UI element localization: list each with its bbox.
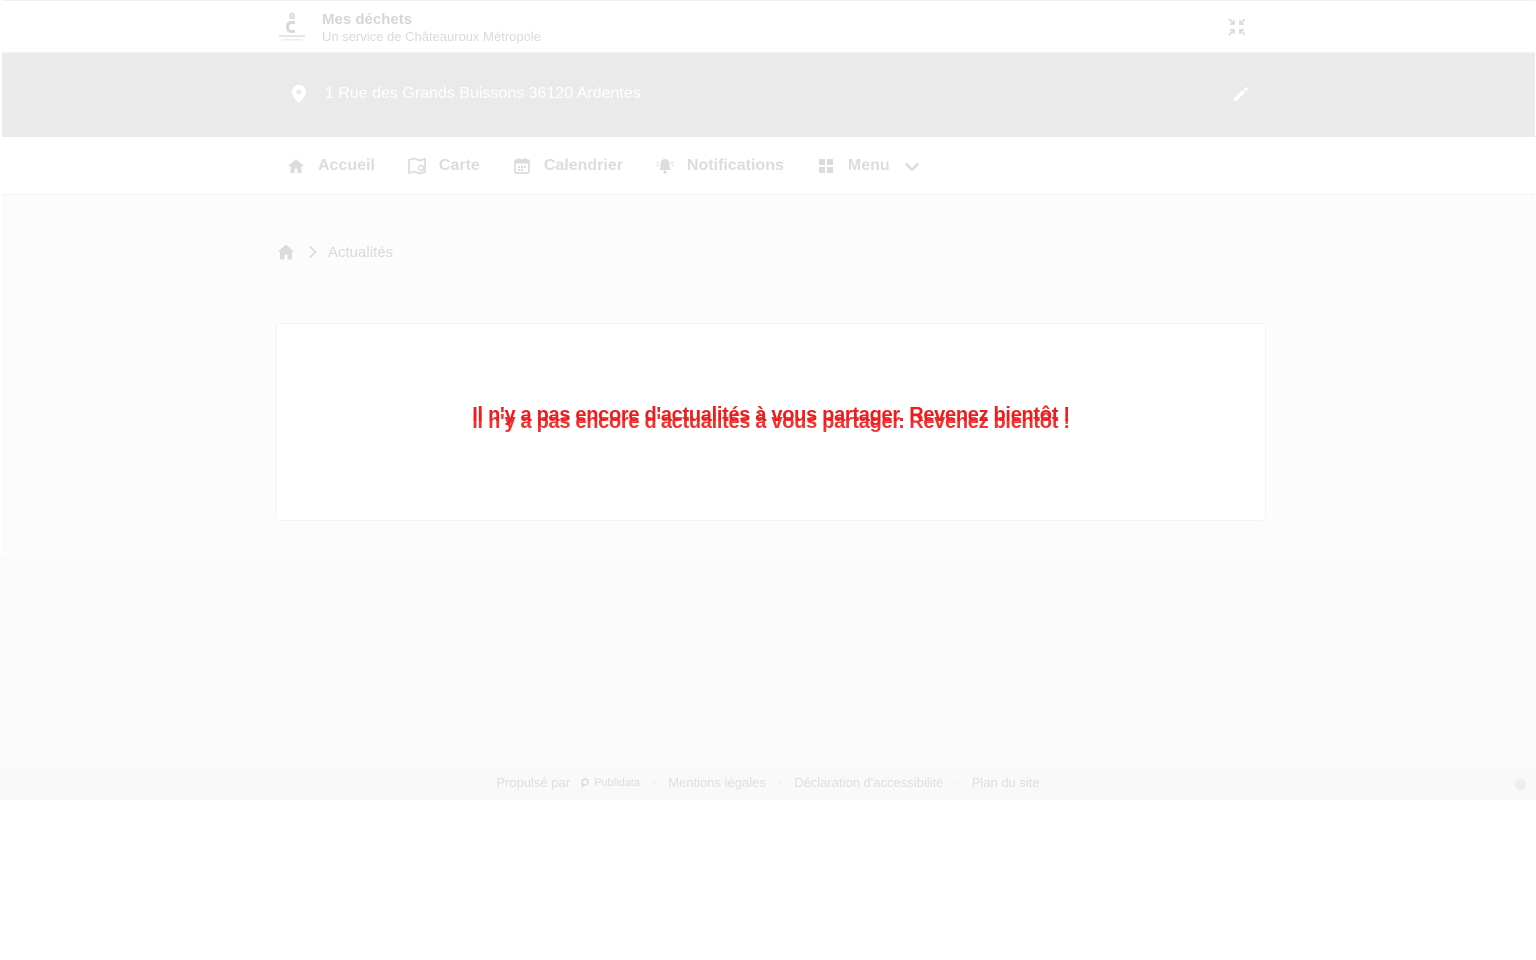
footer-separator: · (777, 775, 783, 790)
home-icon (288, 159, 304, 173)
nav-item-calendrier[interactable]: Calendrier (512, 156, 623, 176)
footer-separator: · (651, 775, 657, 790)
link-mentions-legales[interactable]: Mentions légales (668, 775, 766, 790)
brand[interactable]: Mes déchets Un service de Châteauroux Mé… (276, 11, 541, 45)
link-accessibility[interactable]: Déclaration d'accessibilité (794, 775, 943, 790)
app-container: Mes déchets Un service de Châteauroux Mé… (2, 0, 1535, 556)
publidata-logo[interactable]: Publidata (580, 777, 640, 789)
site-header: Mes déchets Un service de Châteauroux Mé… (2, 1, 1535, 53)
empty-news-text-shadow: Il n'y a pas encore d'actualités à vous … (472, 411, 1070, 433)
footer-band (0, 556, 1536, 800)
footer-separator: · (955, 775, 960, 790)
address-selector[interactable]: 1 Rue des Grands Buissons 36120 Ardentes (276, 68, 1264, 120)
brand-subtitle: Un service de Châteauroux Métropole (322, 29, 541, 44)
nav-item-notifications[interactable]: Notifications (655, 156, 784, 176)
empty-news-message: Il n'y a pas encore d'actualités à vous … (277, 404, 1265, 433)
breadcrumb: Actualités (276, 242, 393, 262)
nav-label: Accueil (318, 157, 375, 174)
nav-label: Calendrier (543, 157, 623, 174)
main-nav: Accueil Carte Calendrier Notifications M… (2, 137, 1535, 195)
collapse-arrows-icon[interactable] (1228, 18, 1246, 36)
nav-item-carte[interactable]: Carte (407, 156, 480, 176)
brand-title: Mes déchets (322, 11, 413, 28)
help-bubble-icon[interactable] (1515, 779, 1526, 790)
address-value: 1 Rue des Grands Buissons 36120 Ardentes (325, 85, 641, 102)
chevron-right-icon (309, 245, 317, 259)
calendar-icon (513, 158, 530, 174)
footer-links: Propulsé par Publidata · Mentions légale… (0, 775, 1536, 790)
nav-label: Notifications (686, 157, 784, 174)
map-pin-icon (292, 85, 306, 103)
map-icon (408, 157, 426, 175)
nav-item-menu[interactable]: Menu (816, 156, 934, 176)
breadcrumb-current: Actualités (328, 243, 394, 261)
nav-item-accueil[interactable]: Accueil (286, 156, 375, 176)
grid-icon (818, 159, 833, 173)
home-icon[interactable] (276, 242, 296, 262)
chevron-down-icon (904, 162, 919, 172)
bell-alert-icon (656, 159, 674, 174)
address-band: 1 Rue des Grands Buissons 36120 Ardentes (2, 53, 1535, 137)
castle-logo-icon (279, 12, 305, 41)
publidata-icon (581, 777, 589, 788)
news-card: Il n'y a pas encore d'actualités à vous … (276, 323, 1266, 521)
nav-label: Menu (847, 157, 890, 174)
link-sitemap[interactable]: Plan du site (972, 775, 1040, 790)
publidata-name: Publidata (594, 776, 640, 789)
nav-label: Carte (438, 157, 480, 174)
pencil-icon[interactable] (1232, 85, 1250, 103)
powered-by-label: Propulsé par (496, 775, 571, 790)
